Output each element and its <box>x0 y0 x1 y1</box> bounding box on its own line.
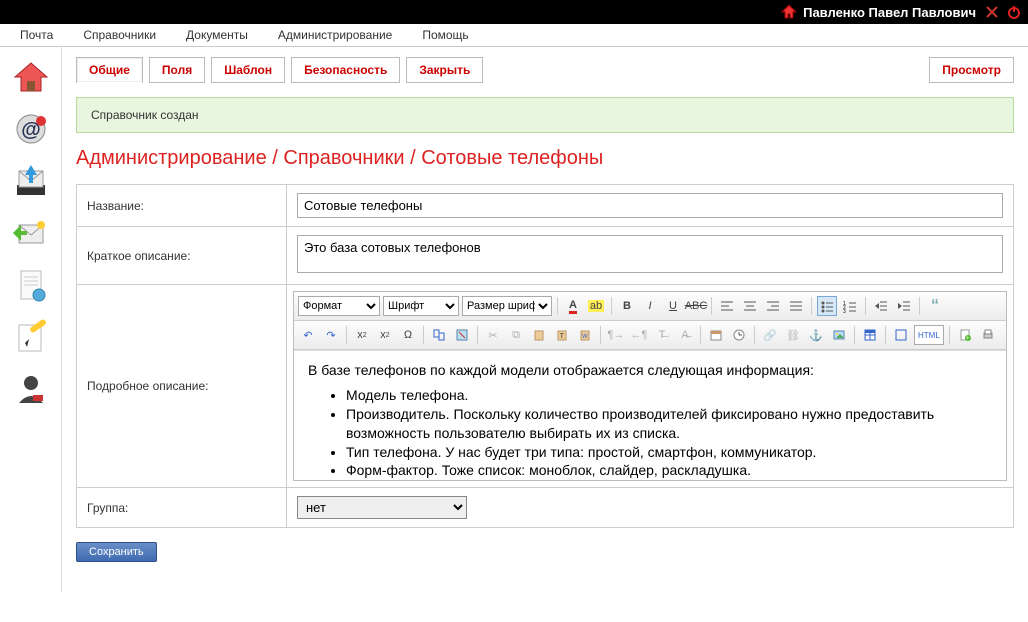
rich-editor: Формат Шрифт Размер шрифта A ab B I U AB… <box>293 291 1007 481</box>
detail-item: Производитель. Поскольку количество прои… <box>346 405 992 443</box>
home-icon[interactable] <box>781 4 797 20</box>
menu-mail[interactable]: Почта <box>20 28 53 42</box>
editor-html-button[interactable]: HTML <box>914 325 944 345</box>
tab-close[interactable]: Закрыть <box>406 57 483 83</box>
editor-size-select[interactable]: Размер шрифта <box>462 296 552 316</box>
menu-admin[interactable]: Администрирование <box>278 28 392 42</box>
editor-removeformat-icon[interactable]: A̶ <box>675 325 695 345</box>
editor-image-icon[interactable] <box>829 325 849 345</box>
tab-general[interactable]: Общие <box>76 57 143 83</box>
svg-text:T: T <box>560 334 564 340</box>
group-label: Группа: <box>77 488 287 528</box>
sidebar-edit-icon[interactable] <box>11 317 51 357</box>
editor-italic-icon[interactable]: I <box>640 296 660 316</box>
svg-text:W: W <box>582 334 588 340</box>
content-area: Общие Поля Шаблон Безопасность Закрыть П… <box>62 47 1028 592</box>
tab-template[interactable]: Шаблон <box>211 57 285 83</box>
success-notice: Справочник создан <box>76 97 1014 133</box>
tab-preview[interactable]: Просмотр <box>929 57 1014 83</box>
editor-print-icon[interactable] <box>978 325 998 345</box>
editor-copy-icon[interactable]: ⧉ <box>506 325 526 345</box>
editor-outdent-icon[interactable] <box>871 296 891 316</box>
editor-undo-icon[interactable]: ↶ <box>298 325 318 345</box>
editor-subscript-icon[interactable]: x2 <box>352 325 372 345</box>
editor-indent-icon[interactable] <box>894 296 914 316</box>
editor-bgcolor-icon[interactable]: ab <box>586 296 606 316</box>
svg-text:3: 3 <box>843 309 846 313</box>
editor-table-icon[interactable] <box>860 325 880 345</box>
editor-toolbar-row1: Формат Шрифт Размер шрифта A ab B I U AB… <box>294 292 1006 321</box>
sidebar-document-icon[interactable] <box>11 265 51 305</box>
editor-textcolor-icon[interactable]: A <box>563 296 583 316</box>
editor-content[interactable]: В базе телефонов по каждой модели отобра… <box>294 350 1006 480</box>
editor-align-left-icon[interactable] <box>717 296 737 316</box>
editor-font-select[interactable]: Шрифт <box>383 296 459 316</box>
editor-align-right-icon[interactable] <box>763 296 783 316</box>
editor-quote-icon[interactable]: “ <box>925 296 945 316</box>
editor-paste-icon[interactable] <box>529 325 549 345</box>
editor-align-center-icon[interactable] <box>740 296 760 316</box>
editor-bold-icon[interactable]: B <box>617 296 637 316</box>
tab-security[interactable]: Безопасность <box>291 57 400 83</box>
save-button[interactable]: Сохранить <box>76 542 157 562</box>
editor-link-icon[interactable]: 🔗 <box>760 325 780 345</box>
editor-newdoc-icon[interactable]: + <box>955 325 975 345</box>
name-label: Название: <box>77 185 287 227</box>
sidebar-outbox-icon[interactable] <box>11 213 51 253</box>
menu-directories[interactable]: Справочники <box>83 28 156 42</box>
editor-cut-icon[interactable]: ✂ <box>483 325 503 345</box>
detail-intro-text: В базе телефонов по каждой модели отобра… <box>308 361 992 380</box>
sidebar-inbox-icon[interactable] <box>11 161 51 201</box>
breadcrumb: Администрирование / Справочники / Сотовы… <box>76 147 1014 170</box>
editor-format-select[interactable]: Формат <box>298 296 380 316</box>
editor-ul-icon[interactable] <box>817 296 837 316</box>
detail-item: Модель телефона. <box>346 386 992 405</box>
top-bar: Павленко Павел Павлович <box>0 0 1028 24</box>
editor-anchor-icon[interactable]: ⚓ <box>806 325 826 345</box>
editor-align-justify-icon[interactable] <box>786 296 806 316</box>
editor-paste-word-icon[interactable]: W <box>575 325 595 345</box>
editor-unlink-icon[interactable]: ⛓ <box>783 325 803 345</box>
editor-underline-icon[interactable]: U <box>663 296 683 316</box>
sidebar-home-icon[interactable] <box>11 57 51 97</box>
editor-symbol-icon[interactable]: Ω <box>398 325 418 345</box>
tools-icon[interactable] <box>984 4 1000 20</box>
name-input[interactable] <box>297 193 1003 218</box>
editor-ltr-icon[interactable]: ¶→ <box>606 325 626 345</box>
form-table: Название: Краткое описание: Это база сот… <box>76 184 1014 528</box>
menu-documents[interactable]: Документы <box>186 28 248 42</box>
sidebar-user-icon[interactable] <box>11 369 51 409</box>
sidebar-mail-at-icon[interactable]: @ <box>11 109 51 149</box>
editor-time-icon[interactable] <box>729 325 749 345</box>
editor-find-icon[interactable] <box>429 325 449 345</box>
short-desc-input[interactable]: Это база сотовых телефонов <box>297 235 1003 273</box>
svg-text:+: + <box>966 336 970 342</box>
tab-fields[interactable]: Поля <box>149 57 205 83</box>
short-desc-label: Краткое описание: <box>77 227 287 285</box>
editor-fullscreen-icon[interactable] <box>891 325 911 345</box>
detail-list: Модель телефона. Производитель. Поскольк… <box>308 386 992 480</box>
editor-toolbar-row2: ↶ ↷ x2 x2 Ω ✂ ⧉ <box>294 321 1006 350</box>
sidebar: @ <box>0 47 62 592</box>
editor-replace-icon[interactable] <box>452 325 472 345</box>
editor-date-icon[interactable] <box>706 325 726 345</box>
detail-item: Тип телефона. У нас будет три типа: прос… <box>346 443 992 462</box>
detail-item: Форм-фактор. Тоже список: моноблок, слай… <box>346 461 992 480</box>
editor-clearfmt-icon[interactable]: T̶ <box>652 325 672 345</box>
editor-superscript-icon[interactable]: x2 <box>375 325 395 345</box>
editor-strike-icon[interactable]: ABC <box>686 296 706 316</box>
editor-rtl-icon[interactable]: ←¶ <box>629 325 649 345</box>
group-select[interactable]: нет <box>297 496 467 519</box>
username-label: Павленко Павел Павлович <box>803 5 976 20</box>
tab-bar: Общие Поля Шаблон Безопасность Закрыть П… <box>76 57 1014 83</box>
editor-paste-text-icon[interactable]: T <box>552 325 572 345</box>
detail-desc-label: Подробное описание: <box>77 285 287 488</box>
editor-redo-icon[interactable]: ↷ <box>321 325 341 345</box>
power-icon[interactable] <box>1006 4 1022 20</box>
editor-ol-icon[interactable]: 123 <box>840 296 860 316</box>
menu-help[interactable]: Помощь <box>422 28 468 42</box>
main-menu: Почта Справочники Документы Администриро… <box>0 24 1028 47</box>
